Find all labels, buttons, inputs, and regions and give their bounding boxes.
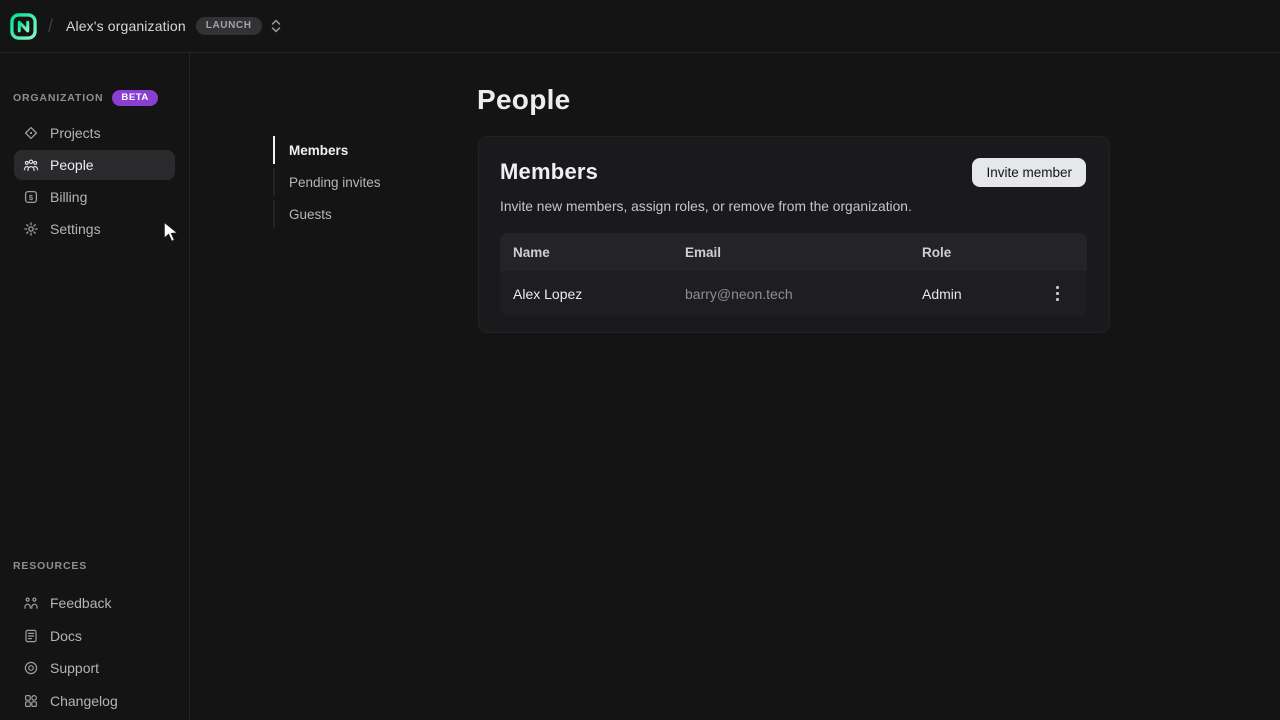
sidebar-item-changelog[interactable]: Changelog bbox=[14, 685, 175, 718]
org-switcher[interactable]: Alex's organization LAUNCH bbox=[66, 17, 282, 35]
breadcrumb-slash: / bbox=[48, 16, 53, 37]
svg-text:$: $ bbox=[29, 193, 34, 202]
tab-members[interactable]: Members bbox=[273, 136, 381, 164]
column-header-email: Email bbox=[685, 245, 922, 260]
members-table: Name Email Role Alex Lopez barry@neon.te… bbox=[500, 233, 1087, 316]
billing-icon: $ bbox=[23, 189, 39, 205]
beta-badge: BETA bbox=[112, 90, 157, 107]
sidebar-item-docs[interactable]: Docs bbox=[14, 620, 175, 653]
changelog-icon bbox=[23, 693, 39, 709]
organization-nav: Projects People $ Billing bbox=[0, 118, 189, 246]
members-card: Members Invite member Invite new members… bbox=[478, 136, 1110, 333]
topbar: / Alex's organization LAUNCH bbox=[0, 0, 1280, 53]
launch-badge: LAUNCH bbox=[196, 17, 262, 35]
sidebar-item-label: Projects bbox=[50, 125, 101, 141]
invite-member-button[interactable]: Invite member bbox=[972, 158, 1086, 187]
sidebar-item-people[interactable]: People bbox=[14, 150, 175, 180]
sidebar-item-label: Changelog bbox=[50, 693, 118, 709]
people-icon bbox=[23, 157, 39, 173]
table-header-row: Name Email Role bbox=[500, 233, 1087, 271]
tab-pending-invites[interactable]: Pending invites bbox=[273, 168, 381, 196]
resources-section: RESOURCES Feedback bbox=[0, 558, 189, 720]
sidebar-item-support[interactable]: Support bbox=[14, 652, 175, 685]
member-name: Alex Lopez bbox=[500, 286, 685, 302]
table-row: Alex Lopez barry@neon.tech Admin bbox=[500, 271, 1087, 316]
docs-icon bbox=[23, 628, 39, 644]
neon-logo[interactable] bbox=[10, 13, 37, 40]
people-subnav: Members Pending invites Guests bbox=[273, 136, 381, 232]
sidebar-item-projects[interactable]: Projects bbox=[14, 118, 175, 148]
sidebar-item-label: Billing bbox=[50, 189, 87, 205]
page-title: People bbox=[477, 84, 571, 116]
kebab-menu-icon[interactable] bbox=[1045, 282, 1069, 306]
resources-section-header: RESOURCES bbox=[0, 558, 189, 574]
members-card-header: Members Invite member bbox=[500, 157, 1086, 187]
column-header-name: Name bbox=[500, 245, 685, 260]
feedback-icon bbox=[23, 595, 39, 611]
neon-logo-icon bbox=[10, 13, 37, 40]
resources-section-label: RESOURCES bbox=[13, 560, 87, 572]
members-card-description: Invite new members, assign roles, or rem… bbox=[500, 199, 1086, 214]
members-card-title: Members bbox=[500, 159, 598, 185]
sidebar: ORGANIZATION BETA Projects People bbox=[0, 53, 190, 720]
sidebar-item-label: Feedback bbox=[50, 595, 111, 611]
sidebar-item-label: People bbox=[50, 157, 94, 173]
sidebar-item-label: Support bbox=[50, 660, 99, 676]
org-name: Alex's organization bbox=[66, 18, 186, 34]
chevron-updown-icon bbox=[270, 17, 282, 35]
sidebar-item-feedback[interactable]: Feedback bbox=[14, 587, 175, 620]
sidebar-item-label: Settings bbox=[50, 221, 101, 237]
organization-section-label: ORGANIZATION bbox=[13, 92, 103, 104]
settings-icon bbox=[23, 221, 39, 237]
organization-section-header: ORGANIZATION BETA bbox=[0, 90, 189, 106]
resources-nav: Feedback Docs Support bbox=[0, 587, 189, 717]
member-email: barry@neon.tech bbox=[685, 286, 922, 302]
column-header-role: Role bbox=[922, 245, 1087, 260]
tab-guests[interactable]: Guests bbox=[273, 200, 381, 228]
projects-icon bbox=[23, 125, 39, 141]
sidebar-item-billing[interactable]: $ Billing bbox=[14, 182, 175, 212]
support-icon bbox=[23, 660, 39, 676]
sidebar-item-label: Docs bbox=[50, 628, 82, 644]
sidebar-item-settings[interactable]: Settings bbox=[14, 214, 175, 244]
